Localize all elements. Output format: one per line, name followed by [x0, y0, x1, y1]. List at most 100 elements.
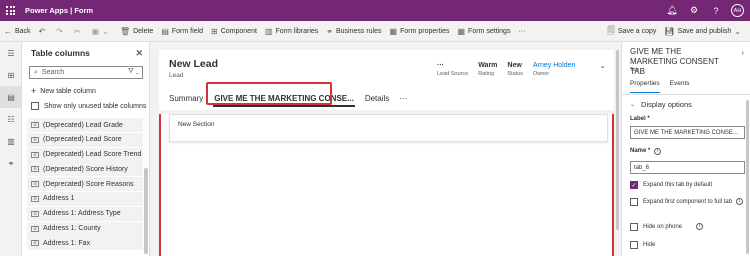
form-field-icon: ▤ — [161, 26, 169, 36]
label-field[interactable]: GIVE ME THE MARKETING CONSE... — [630, 126, 745, 139]
components-icon[interactable]: ⊞ — [0, 64, 22, 86]
checkbox-label: Hide — [643, 242, 656, 248]
name-caption: Name * — [630, 148, 651, 154]
display-options-header[interactable]: ⌄ Display options — [630, 100, 692, 109]
command-bar: ← Back ↶ ↷ ✂︎ ▣ ⌄ 🗑︎ Delete ▤ Form field ⊞ Co… — [0, 21, 750, 42]
info-icon[interactable]: i — [654, 148, 662, 155]
form-entity: Lead — [169, 72, 184, 79]
tab-properties[interactable]: Properties — [630, 80, 660, 93]
search-input[interactable]: ⌕ Search ⛛ ⌄ — [29, 66, 143, 79]
list-item[interactable]: ≡ Address 1: Fax — [27, 236, 143, 251]
info-icon[interactable]: i — [736, 198, 744, 205]
form-settings-label: Form settings — [468, 27, 511, 35]
label-caption: Label * — [630, 116, 650, 122]
name-field[interactable]: tab_6 — [630, 161, 745, 174]
save-and-publish-button[interactable]: 💾︎ Save and publish ⌄ — [660, 21, 748, 42]
table-columns-pane: Table columns ✕ ⌕ Search ⛛ ⌄ + New table… — [22, 42, 150, 256]
field-icon: ≡ — [31, 225, 39, 232]
form-properties-button[interactable]: ▦ Form properties — [386, 21, 454, 42]
avatar[interactable]: AH — [731, 4, 744, 17]
expand-first-component-checkbox[interactable]: Expand first component to full tab i — [630, 198, 745, 206]
form-section[interactable]: New Section — [169, 114, 608, 142]
form-libraries-button[interactable]: ▥ Form libraries — [261, 21, 322, 42]
tab-more[interactable]: ··· — [399, 88, 407, 108]
hide-on-phone-checkbox[interactable]: Hide on phone i — [630, 223, 704, 231]
field-icon: ≡ — [31, 151, 39, 158]
scrollbar[interactable] — [746, 100, 749, 254]
form-settings-button[interactable]: ▦ Form settings — [453, 21, 514, 42]
header-field-rating[interactable]: Warm Rating — [478, 62, 497, 77]
properties-tabs: Properties Events — [630, 80, 700, 93]
undo-button[interactable]: ↶ — [35, 21, 53, 42]
checkbox-box[interactable] — [31, 102, 39, 110]
form-properties-icon: ▦ — [389, 26, 398, 36]
chevron-down-icon[interactable]: ⌄ — [734, 27, 741, 36]
more-commands-button[interactable]: ··· — [514, 21, 529, 42]
scrollbar[interactable] — [616, 50, 619, 230]
properties-title: GIVE ME THE MARKETING CONSENT TAB — [630, 47, 719, 76]
trash-icon: 🗑︎ — [119, 26, 131, 36]
redo-button[interactable]: ↷ — [52, 21, 70, 42]
tree-view-icon[interactable]: ☷ — [0, 108, 22, 130]
delete-button[interactable]: 🗑︎ Delete — [116, 21, 157, 42]
form-field-button[interactable]: ▤ Form field — [157, 21, 207, 42]
list-item[interactable]: ≡ (Deprecated) Score History — [27, 162, 143, 177]
header-field-owner[interactable]: Arney Holden Owner — [533, 62, 575, 77]
checkbox-label: Expand this tab by default — [643, 182, 713, 188]
tab-events[interactable]: Events — [670, 80, 690, 92]
list-item[interactable]: ≡ Address 1: Address Type — [27, 206, 143, 221]
list-item[interactable]: ≡ (Deprecated) Lead Score — [27, 132, 143, 147]
business-rules-icon: ⚭ — [326, 26, 333, 36]
checkbox-unchecked[interactable] — [630, 223, 638, 231]
component-button[interactable]: ⊞ Component — [207, 21, 261, 42]
back-arrow-icon: ← — [4, 26, 12, 36]
chevron-down-icon[interactable]: ⌄ — [599, 61, 606, 70]
new-table-column-button[interactable]: + New table column — [31, 86, 96, 96]
show-unused-label: Show only unused table columns — [44, 102, 147, 110]
list-item-label: (Deprecated) Score Reasons — [43, 180, 134, 188]
list-item[interactable]: ≡ (Deprecated) Lead Score Trend — [27, 147, 143, 162]
table-columns-icon[interactable]: ▤ — [0, 86, 22, 108]
business-rules-button[interactable]: ⚭ Business rules — [322, 21, 385, 42]
field-icon: ≡ — [31, 210, 39, 217]
bell-icon[interactable]: 🔔︎ — [661, 0, 683, 21]
component-label: Component — [220, 27, 257, 35]
app-launcher-icon[interactable] — [0, 0, 21, 21]
business-rules-icon[interactable]: ⚭ — [0, 152, 22, 174]
show-unused-checkbox[interactable]: Show only unused table columns — [31, 102, 146, 110]
header-field-status[interactable]: New Status — [507, 62, 523, 77]
filter-icon[interactable]: ⛛ ⌄ — [128, 68, 139, 76]
list-item[interactable]: ≡ Address 1: County — [27, 221, 143, 236]
info-icon[interactable]: i — [696, 223, 704, 230]
hamburger-menu-icon[interactable]: ☰ — [0, 42, 22, 64]
back-button[interactable]: ← Back — [0, 21, 35, 42]
list-item-label: Address 1: Fax — [43, 239, 91, 247]
form-libraries-icon[interactable]: ▥ — [0, 130, 22, 152]
chevron-right-icon[interactable]: › — [741, 48, 744, 57]
checkbox-unchecked[interactable] — [630, 241, 638, 249]
left-rail: ☰ ⊞ ▤ ☷ ▥ ⚭ — [0, 42, 22, 256]
close-icon[interactable]: ✕ — [135, 48, 143, 59]
tab-content[interactable]: New Section — [159, 114, 614, 256]
app-title: Power Apps | Form — [25, 6, 94, 15]
cut-button[interactable]: ✂︎ — [70, 21, 88, 42]
list-item[interactable]: ≡ (Deprecated) Score Reasons — [27, 177, 143, 192]
cut-icon: ✂︎ — [73, 26, 81, 36]
gear-icon[interactable]: ⚙︎ — [683, 0, 705, 21]
hide-checkbox[interactable]: Hide — [630, 241, 655, 249]
tab-summary[interactable]: Summary — [169, 88, 203, 108]
save-a-copy-button[interactable]: 🗐︎ Save a copy — [603, 21, 661, 42]
header-field-lead-source[interactable]: ··· Lead Source — [437, 62, 468, 77]
paste-button[interactable]: ▣ ⌄ — [88, 21, 116, 42]
redo-icon: ↷ — [56, 26, 63, 36]
list-item[interactable]: ≡ (Deprecated) Lead Grade — [27, 118, 143, 132]
header-field-label: Status — [507, 71, 523, 77]
checkbox-unchecked[interactable] — [630, 198, 638, 206]
help-icon[interactable]: ? — [705, 0, 727, 21]
header-field-value[interactable]: Arney Holden — [533, 62, 575, 69]
list-item[interactable]: ≡ Address 1 — [27, 191, 143, 206]
tab-details[interactable]: Details — [365, 88, 389, 108]
scrollbar[interactable] — [144, 168, 148, 254]
expand-by-default-checkbox[interactable]: ✓ Expand this tab by default — [630, 181, 712, 189]
checkbox-checked[interactable]: ✓ — [630, 181, 638, 189]
